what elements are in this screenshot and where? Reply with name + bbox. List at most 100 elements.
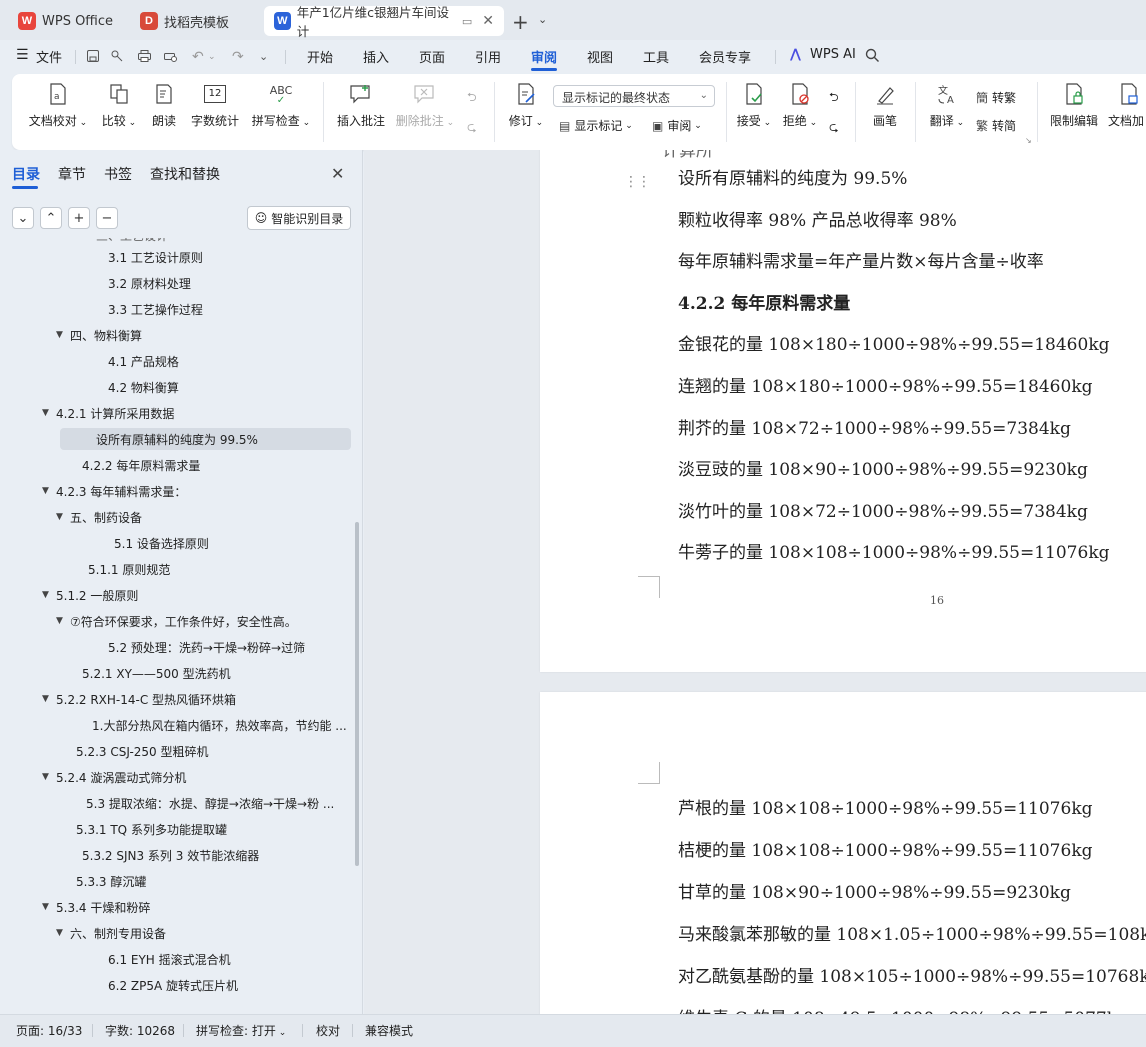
toc-item[interactable]: 4.2.2 每年原料需求量 — [82, 454, 200, 476]
tab-sections[interactable]: 章节 — [58, 164, 86, 184]
tab-current-document[interactable]: W 年产1亿片维c银翘片车间设计 ▭ ✕ — [264, 5, 504, 39]
reject-button[interactable]: 拒绝 ⌄ — [780, 82, 820, 129]
menu-home[interactable]: 开始 — [307, 47, 333, 66]
search-icon[interactable] — [865, 48, 880, 63]
show-markup-button[interactable]: ▤ 显示标记 ⌄ — [559, 117, 633, 134]
track-changes-button[interactable]: 修订 ⌄ — [504, 82, 548, 129]
toc-item[interactable]: ▼ 四、物料衡算 — [56, 324, 142, 346]
toc-item[interactable]: ▼ ⑦符合环保要求，工作条件好，安全性高。 — [56, 610, 297, 632]
menu-insert[interactable]: 插入 — [363, 47, 389, 66]
toc-item[interactable]: 5.3 提取浓缩：水提、醇提→浓缩→干燥→粉 ... — [86, 792, 334, 814]
toc-item-selected[interactable]: 设所有原辅料的纯度为 99.5% — [60, 428, 351, 450]
to-traditional-button[interactable]: 簡转繁 — [976, 89, 1016, 106]
proofread-status[interactable]: 校对 — [316, 1022, 340, 1039]
word-count-button[interactable]: 12 字数统计 — [190, 82, 240, 129]
toc-item[interactable]: 1.大部分热风在箱内循环，热效率高，节约能 ... — [92, 714, 347, 736]
tab-find-replace[interactable]: 查找和替换 — [150, 164, 220, 184]
toc-item[interactable]: 6.2 ZP5A 旋转式压片机 — [108, 974, 238, 996]
toc-scrollbar[interactable] — [355, 522, 359, 866]
expand-toggle-icon[interactable]: ▼ — [56, 512, 70, 522]
toc-item[interactable]: 5.3.2 SJN3 系列 3 效节能浓缩器 — [82, 844, 259, 866]
next-change-icon[interactable]: ⮎ — [829, 118, 839, 139]
review-pane-button[interactable]: ▣ 审阅 ⌄ — [652, 117, 702, 134]
expand-toggle-icon[interactable]: ▼ — [42, 902, 56, 912]
chevron-down-icon[interactable]: ⌄ — [259, 50, 268, 63]
undo-icon[interactable]: ↶ — [192, 49, 204, 65]
share-icon[interactable] — [110, 49, 124, 63]
print-preview-icon[interactable] — [163, 49, 178, 63]
toc-item[interactable]: ▼ 5.2.2 RXH-14-C 型热风循环烘箱 — [42, 688, 236, 710]
new-tab-icon[interactable]: + — [512, 10, 529, 34]
close-tab-icon[interactable]: ✕ — [482, 13, 494, 29]
chevron-down-icon[interactable]: ⌄ — [208, 52, 216, 62]
toc-item[interactable]: 5.2.3 CSJ-250 型粗碎机 — [76, 740, 209, 762]
toc-item[interactable]: 4.1 产品规格 — [108, 350, 179, 372]
menu-wps-ai[interactable]: WPS AI — [810, 47, 856, 62]
menu-member[interactable]: 会员专享 — [699, 47, 751, 66]
spell-check-status[interactable]: 拼写检查: 打开 ⌄ — [196, 1022, 286, 1039]
smart-toc-button[interactable]: ☺ 智能识别目录 — [247, 206, 351, 230]
menu-references[interactable]: 引用 — [475, 47, 501, 66]
menu-review[interactable]: 审阅 — [531, 47, 557, 66]
accept-button[interactable]: 接受 ⌄ — [734, 82, 774, 129]
toc-item[interactable]: 5.1.1 原则规范 — [88, 558, 170, 580]
toc-item[interactable]: 5.3.1 TQ 系列多功能提取罐 — [76, 818, 227, 840]
expand-toggle-icon[interactable]: ▼ — [42, 772, 56, 782]
tab-docer-templates[interactable]: D 找稻壳模板 — [130, 6, 258, 36]
toc-item[interactable]: 5.3.3 醇沉罐 — [76, 870, 146, 892]
expand-toggle-icon[interactable]: ▼ — [56, 616, 70, 626]
to-simplified-button[interactable]: 繁转简 — [976, 117, 1016, 134]
chevron-down-icon[interactable]: ⌄ — [538, 13, 547, 26]
insert-comment-button[interactable]: 插入批注 — [334, 82, 388, 129]
toc-item[interactable]: 6.1 EYH 摇滚式混合机 — [108, 948, 231, 970]
toc-item[interactable]: 4.2 物料衡算 — [108, 376, 179, 398]
compare-button[interactable]: 比较 ⌄ — [96, 82, 142, 129]
toc-item[interactable]: ▼ 5.3.4 干燥和粉碎 — [42, 896, 150, 918]
expand-toggle-icon[interactable]: ▼ — [56, 330, 70, 340]
word-count-indicator[interactable]: 字数: 10268 — [105, 1022, 175, 1039]
toc-item[interactable]: ▼ 五、制药设备 — [56, 506, 142, 528]
toc-item[interactable]: ▼ 5.2.4 漩涡震动式筛分机 — [42, 766, 186, 788]
translate-button[interactable]: 文A 翻译 ⌄ — [925, 82, 969, 129]
toc-item[interactable]: 5.2 预处理：洗药→干燥→粉碎→过筛 — [108, 636, 305, 658]
print-icon[interactable] — [137, 49, 152, 63]
monitor-icon[interactable]: ▭ — [462, 15, 472, 28]
tab-bookmarks[interactable]: 书签 — [104, 164, 132, 184]
expand-toggle-icon[interactable]: ▼ — [42, 694, 56, 704]
close-icon[interactable]: ✕ — [331, 164, 344, 183]
toc-item[interactable]: 5.2.1 XY——500 型洗药机 — [82, 662, 231, 684]
menu-file[interactable]: 文件 — [36, 47, 62, 66]
spell-check-button[interactable]: ABC ✓ 拼写检查 ⌄ — [250, 82, 312, 129]
delete-comment-button[interactable]: 删除批注 ⌄ — [394, 82, 456, 129]
expand-toggle-icon[interactable]: ▼ — [42, 486, 56, 496]
collapse-level-button[interactable]: ⌄ — [12, 207, 34, 229]
expand-toggle-icon[interactable]: ▼ — [42, 408, 56, 418]
expand-toggle-icon[interactable]: ▼ — [42, 590, 56, 600]
toc-item[interactable]: 3.3 工艺操作过程 — [108, 298, 203, 320]
prev-change-icon[interactable]: ⮌ — [829, 88, 839, 109]
doc-check-button[interactable]: a 文档校对 ⌄ — [28, 82, 88, 129]
menu-page[interactable]: 页面 — [419, 47, 445, 66]
save-icon[interactable] — [86, 49, 100, 63]
remove-heading-button[interactable]: − — [96, 207, 118, 229]
tab-wps-office[interactable]: W WPS Office — [8, 6, 124, 36]
toc-item[interactable]: ▼ 六、制剂专用设备 — [56, 922, 166, 944]
tab-toc[interactable]: 目录 — [12, 164, 40, 184]
expand-level-button[interactable]: ⌃ — [40, 207, 62, 229]
menu-tools[interactable]: 工具 — [643, 47, 669, 66]
next-comment-icon[interactable]: ⮎ — [467, 118, 477, 139]
read-aloud-button[interactable]: 朗读 — [148, 82, 180, 129]
toc-item[interactable]: ▼ 4.2.3 每年辅料需求量： — [42, 480, 186, 502]
toc-item[interactable]: ▼ 4.2.1 计算所采用数据 — [42, 402, 174, 424]
toc-item[interactable]: ▼ 5.1.2 一般原则 — [42, 584, 138, 606]
toc-item[interactable]: 3.2 原材料处理 — [108, 272, 191, 294]
toc-item[interactable]: 5.1 设备选择原则 — [114, 532, 209, 554]
toc-item[interactable]: 3.1 工艺设计原则 — [108, 246, 203, 268]
hamburger-icon[interactable]: ☰ — [16, 47, 29, 63]
pen-button[interactable]: 画笔 — [867, 82, 903, 129]
markup-mode-select[interactable]: 显示标记的最终状态 ⌄ — [553, 85, 715, 107]
toc-item-partial[interactable]: 三、工艺设计 — [96, 238, 168, 246]
doc-encrypt-button[interactable]: 文档加 — [1108, 82, 1146, 129]
prev-comment-icon[interactable]: ⮌ — [467, 88, 477, 109]
restrict-edit-button[interactable]: 限制编辑 — [1048, 82, 1100, 129]
